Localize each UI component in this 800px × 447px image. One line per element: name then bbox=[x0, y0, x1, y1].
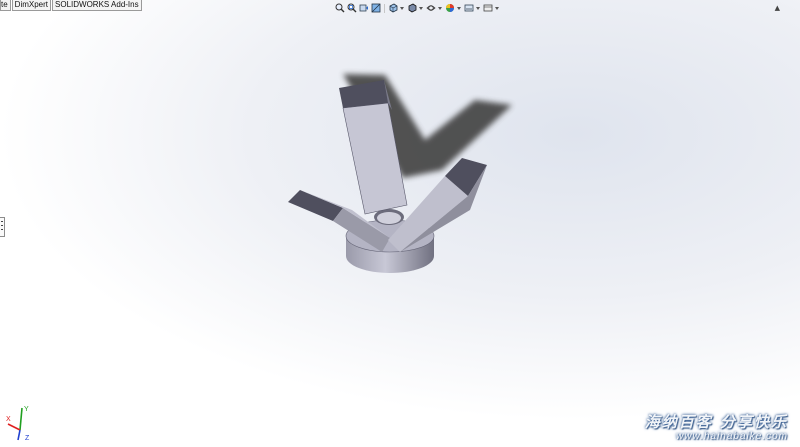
triad-y-label: Y bbox=[24, 406, 29, 413]
triad-x-label: X bbox=[6, 416, 11, 423]
cylinder-hole-inner bbox=[377, 212, 401, 224]
graphics-area[interactable] bbox=[0, 0, 800, 447]
triad-z-label: Z bbox=[25, 435, 30, 442]
left-wing-top-face bbox=[288, 190, 343, 221]
triad-y-axis bbox=[19, 407, 23, 431]
watermark: 海纳百客 分享快乐 www.hainabaike.com bbox=[645, 413, 788, 442]
watermark-text: 海纳百客 分享快乐 bbox=[644, 413, 788, 431]
post-top-face bbox=[339, 80, 388, 108]
triad-z-axis bbox=[17, 429, 21, 441]
watermark-url: www.hainabaike.com bbox=[676, 431, 788, 442]
reference-triad: Y X Z bbox=[6, 406, 30, 442]
triad-x-axis bbox=[7, 423, 21, 431]
